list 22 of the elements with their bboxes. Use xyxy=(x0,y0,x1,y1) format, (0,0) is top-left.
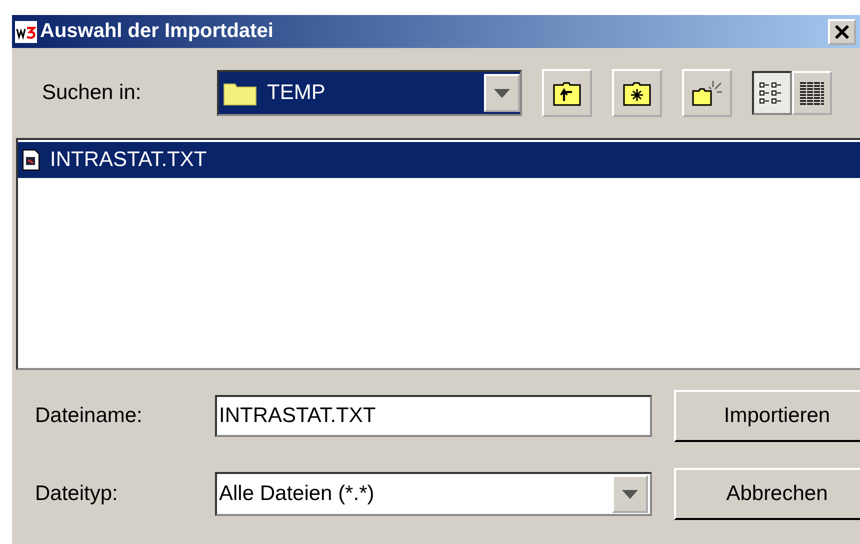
cancel-button[interactable]: Abbrechen xyxy=(674,468,860,520)
text-file-icon xyxy=(22,149,40,171)
list-view-button[interactable] xyxy=(752,71,792,115)
folder-name: TEMP xyxy=(267,81,326,105)
close-button[interactable] xyxy=(828,18,856,44)
details-view-button[interactable] xyxy=(792,71,832,115)
file-name-label: Dateiname: xyxy=(35,404,144,428)
folder-star-button[interactable] xyxy=(612,69,662,117)
file-name-field[interactable]: INTRASTAT.TXT xyxy=(215,395,652,437)
folder-dropdown[interactable]: TEMP xyxy=(217,70,522,116)
import-button[interactable]: Importieren xyxy=(674,390,860,442)
new-folder-button[interactable] xyxy=(682,69,732,117)
file-type-label: Dateityp: xyxy=(35,482,119,506)
close-icon xyxy=(834,24,850,40)
details-view-icon xyxy=(797,79,827,107)
file-type-dropdown[interactable]: Alle Dateien (*.*) xyxy=(215,472,652,516)
look-in-label: Suchen in: xyxy=(42,81,142,105)
file-item[interactable]: INTRASTAT.TXT xyxy=(18,142,860,178)
app-icon xyxy=(15,20,37,42)
window-title: Auswahl der Importdatei xyxy=(40,20,274,43)
new-folder-icon xyxy=(691,79,723,107)
folder-up-button[interactable] xyxy=(542,69,592,117)
